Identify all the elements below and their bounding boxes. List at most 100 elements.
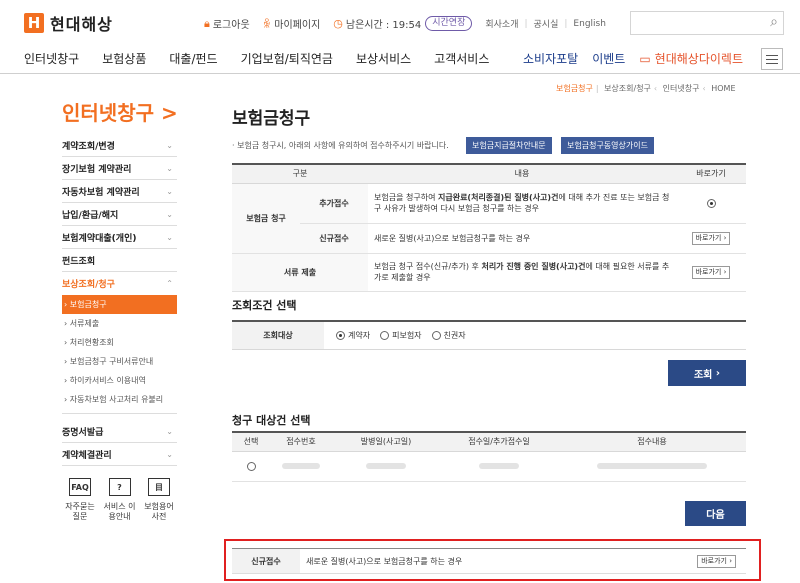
go-button[interactable]: 바로가기 ›: [697, 554, 736, 568]
masked-cell: [332, 451, 440, 482]
gnb-item-internet[interactable]: 인터넷창구: [24, 50, 79, 67]
radio-cell[interactable]: [676, 183, 747, 224]
sidebar-title[interactable]: 인터넷창구 >: [62, 97, 178, 126]
go-label: 바로가기: [695, 267, 722, 276]
search-button[interactable]: 조회 ›: [668, 360, 746, 386]
quick-links: FAQ 자주묻는 질문 ? 서비스 이용안내 目 보험용어 사전: [62, 478, 177, 522]
breadcrumb-item[interactable]: 인터넷창구: [663, 84, 700, 93]
next-button[interactable]: 다음: [685, 501, 746, 526]
sidebar-sub-status[interactable]: › 처리현황조회: [62, 333, 177, 352]
option-label: 계약자: [348, 331, 371, 340]
go-button[interactable]: 바로가기 ›: [691, 231, 731, 245]
gnb-item-products[interactable]: 보험상품: [102, 50, 146, 67]
glossary-link[interactable]: 目 보험용어 사전: [141, 478, 177, 522]
english-link[interactable]: English: [573, 19, 606, 29]
brand-logo[interactable]: H 현대해상: [24, 11, 113, 35]
table-row[interactable]: [232, 451, 746, 482]
extend-time-button[interactable]: 시간연장: [425, 16, 473, 31]
breadcrumb-item[interactable]: 보험금청구: [556, 84, 593, 93]
radio-selected[interactable]: [706, 198, 716, 208]
mypage-link[interactable]: ꆜ 마이페이지: [263, 16, 321, 31]
radio-unselected[interactable]: [431, 331, 441, 340]
sidebar-item[interactable]: 보험계약대출(개인) ⌄: [62, 226, 177, 249]
sidebar-item[interactable]: 펀드조회: [62, 249, 177, 272]
radio-option-contractor[interactable]: 계약자: [336, 330, 370, 341]
masked-cell: [270, 451, 332, 482]
breadcrumb-item[interactable]: HOME: [711, 84, 735, 93]
event-link[interactable]: 이벤트: [592, 50, 625, 67]
sub-label: 서류제출: [69, 319, 100, 328]
select-cell[interactable]: [232, 451, 270, 482]
radio-unselected[interactable]: [380, 331, 390, 340]
sidebar-item-label: 계약체결관리: [62, 450, 112, 461]
radio-option-guardian[interactable]: 친권자: [431, 330, 466, 341]
go-label: 바로가기: [695, 233, 722, 242]
utility-bar: 🔒︎ 로그아웃 ꆜ 마이페이지 ◷ 남은시간 : 19:54 시간연장 회사소개 | 공…: [204, 16, 612, 31]
sidebar-item[interactable]: 계약체결관리 ⌄: [62, 443, 177, 466]
chevron-left-icon: ‹: [702, 84, 706, 93]
service-guide-link[interactable]: ? 서비스 이용안내: [102, 478, 138, 522]
chevron-down-icon: ⌄: [166, 449, 173, 459]
sidebar-item-label: 보험계약대출(개인): [62, 233, 137, 244]
masked-value: [366, 463, 406, 469]
sub-label: 보험금청구: [69, 300, 107, 309]
row-label: 신규접수: [300, 223, 369, 254]
gnb-item-loan-fund[interactable]: 대출/펀드: [169, 50, 217, 67]
chevron-down-icon: ⌄: [166, 140, 173, 150]
sidebar-item[interactable]: 자동차보험 계약관리 ⌄: [62, 180, 177, 203]
gnb-item-claims[interactable]: 보상서비스: [356, 50, 411, 67]
sidebar-sub-required-docs[interactable]: › 보험금청구 구비서류안내: [62, 352, 177, 371]
masked-value: [479, 463, 519, 469]
breadcrumb: 보험금청구 | 보상조회/청구 ‹ 인터넷창구 ‹ HOME: [556, 83, 736, 94]
logout-label: 로그아웃: [212, 20, 250, 31]
sidebar-item-claims-active[interactable]: 보상조회/청구 ⌃: [62, 272, 177, 295]
sidebar-sub-claim[interactable]: › 보험금청구: [62, 295, 177, 314]
clock-icon: ◷: [333, 17, 343, 30]
breadcrumb-item[interactable]: 보상조회/청구: [604, 84, 651, 93]
faq-link[interactable]: FAQ 자주묻는 질문: [62, 478, 98, 522]
column-header: 구분: [232, 163, 369, 184]
sidebar-item[interactable]: 장기보험 계약관리 ⌄: [62, 157, 177, 180]
claim-type-table: 구분 내용 바로가기 보험금 청구 추가접수 보험금을 청구하여 지급완료(처리…: [232, 163, 747, 292]
top-header: H 현대해상 🔒︎ 로그아웃 ꆜ 마이페이지 ◷ 남은시간 : 19:54 시간연장 회…: [0, 0, 800, 44]
search-icon[interactable]: ⌕: [770, 14, 778, 30]
row-description: 보험금 청구 접수(신규/추가) 후 처리가 진행 중인 질병(사고)건에 대해…: [368, 253, 677, 292]
consumer-portal-link[interactable]: 소비자포탈: [523, 50, 578, 67]
monitor-icon: ▭: [639, 52, 651, 66]
chevron-down-icon: ⌄: [166, 163, 173, 173]
radio-selected[interactable]: [336, 331, 345, 340]
about-link[interactable]: 회사소개: [485, 17, 518, 30]
notice-label: 보험금 청구시, 아래의 사항에 유의하여 접수하주시기 바랍니다.: [237, 141, 449, 150]
direct-link[interactable]: ▭ 현대해상다이렉트: [639, 50, 743, 67]
gnb-item-customer[interactable]: 고객서비스: [434, 50, 489, 67]
section-title-condition: 조회조건 선택: [232, 299, 297, 312]
chevron-down-icon: ⌄: [166, 426, 173, 436]
faq-icon: FAQ: [69, 478, 91, 496]
person-icon: ꆜ: [262, 18, 272, 31]
sidebar-sub-hicar[interactable]: › 하이카서비스 이용내역: [62, 371, 177, 390]
sidebar-item[interactable]: 증명서발급 ⌄: [62, 420, 177, 443]
column-header: 내용: [368, 163, 677, 184]
hamburger-menu-icon[interactable]: [761, 48, 783, 70]
search-input[interactable]: ⌕: [630, 11, 784, 35]
sub-label: 처리현황조회: [69, 338, 114, 347]
claim-procedure-button[interactable]: 보험금지급절차안내문: [466, 137, 552, 154]
masked-cell: [440, 451, 558, 482]
logout-link[interactable]: 🔒︎ 로그아웃: [204, 16, 250, 32]
radio-unselected[interactable]: [246, 461, 256, 471]
highlight-new-claim-row: 신규접수 새로운 질병(사고)으로 보험금청구를 하는 경우 바로가기 ›: [232, 548, 746, 574]
sidebar-sub-docs[interactable]: › 서류제출: [62, 314, 177, 333]
search-button-label: 조회: [693, 369, 713, 381]
gnb-item-corporate[interactable]: 기업보험/퇴직연금: [241, 50, 333, 67]
sidebar-item[interactable]: 계약조회/변경 ⌄: [62, 134, 177, 157]
go-cell: 바로가기 ›: [676, 253, 747, 292]
radio-option-insured[interactable]: 피보험자: [380, 330, 422, 341]
go-button[interactable]: 바로가기 ›: [691, 265, 731, 279]
sidebar-item[interactable]: 납입/환급/해지 ⌄: [62, 203, 177, 226]
claim-video-guide-button[interactable]: 보험금청구동영상가이드: [561, 137, 654, 154]
column-header: 접수번호: [270, 431, 332, 452]
sidebar-menu: 계약조회/변경 ⌄ 장기보험 계약관리 ⌄ 자동차보험 계약관리 ⌄ 납입/환급/해지…: [62, 134, 177, 466]
notice-link[interactable]: 공시실: [534, 17, 559, 30]
row-label: 서류 제출: [232, 253, 369, 292]
sidebar-sub-auto-accident[interactable]: › 자동차보험 사고처리 유불리: [62, 390, 177, 409]
